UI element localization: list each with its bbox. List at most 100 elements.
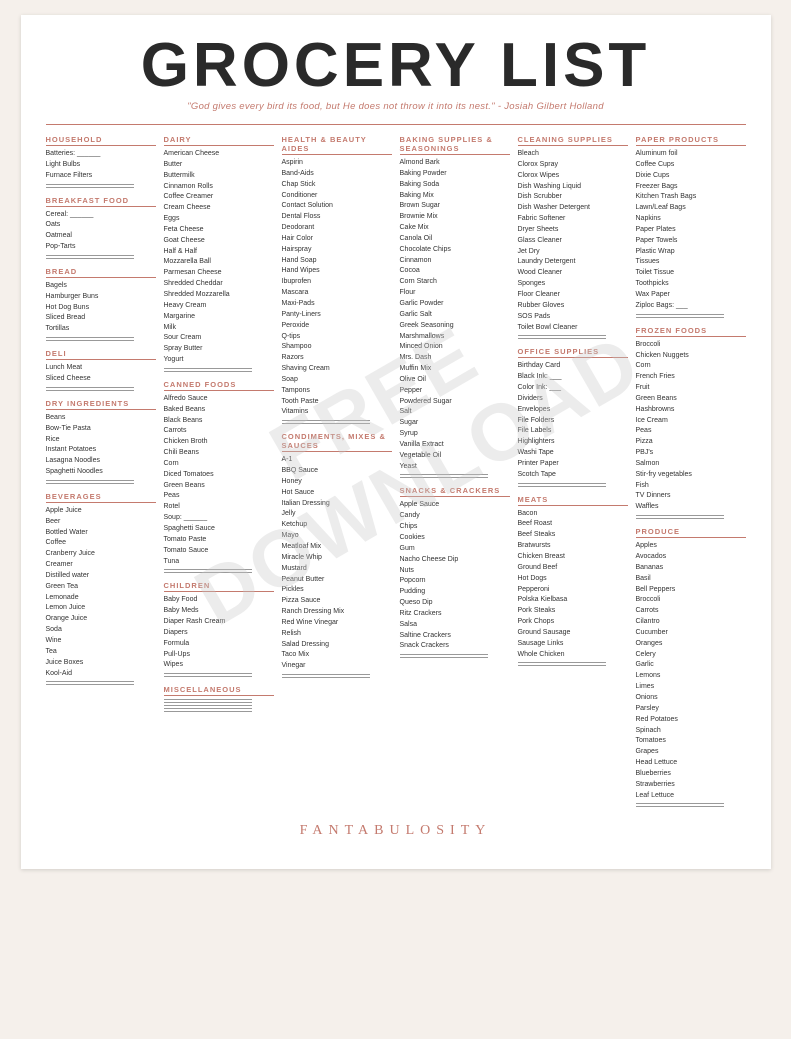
- list-item: Leaf Lettuce: [636, 791, 746, 802]
- list-item: Napkins: [636, 214, 746, 225]
- list-item: Onions: [636, 693, 746, 704]
- list-item: Toothpicks: [636, 279, 746, 290]
- list-item: Beef Steaks: [518, 530, 628, 541]
- list-item: Meatloaf Mix: [282, 542, 392, 553]
- list-item: Instant Potatoes: [46, 445, 156, 456]
- list-item: BBQ Sauce: [282, 466, 392, 477]
- grocery-list-page: FREEDOWNLOAD GROCERY LIST "God gives eve…: [21, 15, 771, 869]
- list-item: Beef Roast: [518, 519, 628, 530]
- list-item: Black Beans: [164, 416, 274, 427]
- blank-line-1-0-20: [164, 368, 252, 369]
- list-item: Dixie Cups: [636, 171, 746, 182]
- list-item: Basil: [636, 574, 746, 585]
- list-item: Toilet Bowl Cleaner: [518, 323, 628, 334]
- blank-line-3-1-14: [400, 654, 488, 655]
- blank-line-1-3-4: [164, 711, 252, 712]
- list-item: Color Ink: ___: [518, 383, 628, 394]
- list-item: Vegetable Oil: [400, 451, 510, 462]
- blank-line-0-4-7: [46, 483, 134, 484]
- list-item: Cookies: [400, 533, 510, 544]
- list-item: Wax Paper: [636, 290, 746, 301]
- top-divider: [46, 124, 746, 125]
- list-item: Salsa: [400, 620, 510, 631]
- list-item: Pepper: [400, 386, 510, 397]
- list-item: Soup: ______: [164, 513, 274, 524]
- list-item: Hair Color: [282, 234, 392, 245]
- list-item: Tortillas: [46, 324, 156, 335]
- blank-line-4-0-17: [518, 335, 606, 336]
- list-item: File Folders: [518, 416, 628, 427]
- blank-line-0-2-6: [46, 340, 134, 341]
- list-item: Sliced Cheese: [46, 374, 156, 385]
- list-item: Clorox Wipes: [518, 171, 628, 182]
- subtitle: "God gives every bird its food, but He d…: [46, 101, 746, 112]
- list-item: Corn Starch: [400, 277, 510, 288]
- list-item: Pork Chops: [518, 617, 628, 628]
- list-item: SOS Pads: [518, 312, 628, 323]
- section-title-0-0: HOUSEHOLD: [46, 135, 156, 146]
- blank-line-3-1-15: [400, 657, 488, 658]
- blank-line-5-1-16: [636, 515, 724, 516]
- list-item: Broccoli: [636, 340, 746, 351]
- list-item: Grapes: [636, 747, 746, 758]
- list-item: Mascara: [282, 288, 392, 299]
- list-item: Tampons: [282, 386, 392, 397]
- list-item: Sausage Links: [518, 639, 628, 650]
- section-title-1-2: CHILDREN: [164, 581, 274, 592]
- list-item: Sugar: [400, 418, 510, 429]
- blank-line-0-4-6: [46, 480, 134, 481]
- list-item: Taco Mix: [282, 650, 392, 661]
- list-item: Goat Cheese: [164, 236, 274, 247]
- list-item: Hamburger Buns: [46, 292, 156, 303]
- list-item: Peas: [636, 426, 746, 437]
- list-item: Parmesan Cheese: [164, 268, 274, 279]
- list-item: Dish Washing Liquid: [518, 182, 628, 193]
- section-title-0-4: DRY INGREDIENTS: [46, 399, 156, 410]
- blank-line-1-0-21: [164, 371, 252, 372]
- list-item: Saltine Crackers: [400, 631, 510, 642]
- blank-line-0-1-4: [46, 255, 134, 256]
- list-item: Bananas: [636, 563, 746, 574]
- list-item: Apple Juice: [46, 506, 156, 517]
- list-item: Half & Half: [164, 247, 274, 258]
- list-item: Almond Bark: [400, 158, 510, 169]
- list-item: Mrs. Dash: [400, 353, 510, 364]
- list-item: Canola Oil: [400, 234, 510, 245]
- list-item: Ziploc Bags: ___: [636, 301, 746, 312]
- list-item: Vanilla Extract: [400, 440, 510, 451]
- blank-line-0-3-3: [46, 390, 134, 391]
- list-item: Black Ink: ___: [518, 372, 628, 383]
- blank-line-0-5-17: [46, 684, 134, 685]
- list-item: Tooth Paste: [282, 397, 392, 408]
- list-item: Feta Cheese: [164, 225, 274, 236]
- list-item: Distilled water: [46, 571, 156, 582]
- list-item: Muffin Mix: [400, 364, 510, 375]
- list-item: Corn: [164, 459, 274, 470]
- list-item: Coffee Creamer: [164, 192, 274, 203]
- section-title-3-1: SNACKS & CRACKERS: [400, 486, 510, 497]
- list-item: Blueberries: [636, 769, 746, 780]
- blank-line-4-1-12: [518, 486, 606, 487]
- list-item: Snack Crackers: [400, 641, 510, 652]
- list-item: Rotel: [164, 502, 274, 513]
- list-item: Freezer Bags: [636, 182, 746, 193]
- blank-line-4-0-18: [518, 338, 606, 339]
- list-item: Spaghetti Sauce: [164, 524, 274, 535]
- list-item: Spaghetti Noodles: [46, 467, 156, 478]
- column-2: HEALTH & BEAUTY AIDESAspirinBand-AidsCha…: [282, 135, 392, 684]
- list-item: TV Dinners: [636, 491, 746, 502]
- list-item: Cilantro: [636, 617, 746, 628]
- list-item: Baking Soda: [400, 180, 510, 191]
- list-item: Hot Dog Buns: [46, 303, 156, 314]
- section-title-1-1: CANNED FOODS: [164, 380, 274, 391]
- list-item: Diapers: [164, 628, 274, 639]
- list-item: Tea: [46, 647, 156, 658]
- list-item: Hairspray: [282, 245, 392, 256]
- list-item: Orange Juice: [46, 614, 156, 625]
- list-item: Flour: [400, 288, 510, 299]
- list-item: Soap: [282, 375, 392, 386]
- blank-line-4-1-11: [518, 483, 606, 484]
- list-item: Kool-Aid: [46, 669, 156, 680]
- list-item: American Cheese: [164, 149, 274, 160]
- list-item: Cocoa: [400, 266, 510, 277]
